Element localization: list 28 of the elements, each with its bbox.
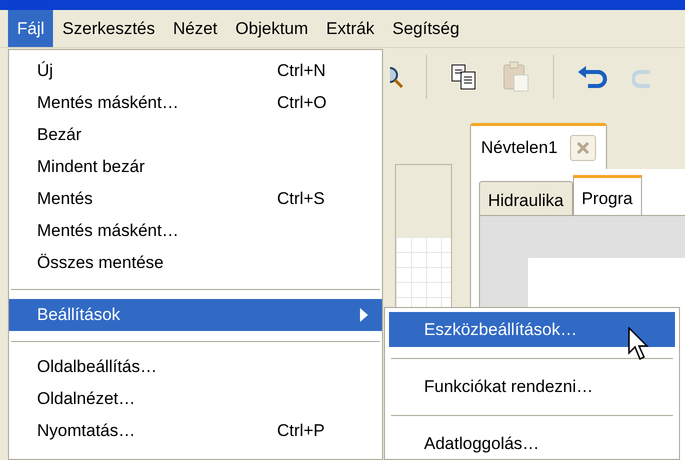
tab[interactable]: Hidraulika [479,181,573,215]
tab[interactable]: Progra [572,175,642,215]
menu-item[interactable]: Eszközbeállítások… [389,312,675,347]
menu-item[interactable]: Funkciókat rendezni… [389,369,675,404]
menu-item[interactable]: Nyomtatás… Ctrl+P [9,415,382,447]
menu-item[interactable]: Szerkesztés [53,10,164,47]
menu-item[interactable]: Segítség [383,10,468,47]
menu-item[interactable]: Mentés Ctrl+S [9,183,382,215]
menu-item[interactable]: Fájl [8,10,54,47]
menu-item[interactable]: Mindent bezár [9,151,382,183]
menu-item[interactable]: Összes mentése [9,247,382,279]
submenu-arrow-icon [360,308,368,322]
menu-item[interactable]: Extrák [317,10,384,47]
menu-item[interactable]: Oldalbeállítás… [9,351,382,383]
menu-item[interactable]: Oldalnézet… [9,383,382,415]
menu-item[interactable]: Bezár [9,119,382,151]
document-tab[interactable]: Névtelen1 [470,123,607,169]
menu-item[interactable]: Nézet [164,10,226,47]
menu-item[interactable]: Adatloggolás… [389,426,675,460]
menu-item[interactable]: Mentés másként… [9,215,382,247]
mouse-pointer-icon [628,327,650,361]
menu-item[interactable]: Mentés másként… Ctrl+O [9,87,382,119]
menu-item[interactable]: Új Ctrl+N [9,55,382,87]
menu-item[interactable]: Objektum [226,10,318,47]
tab-label: Névtelen1 [481,136,558,159]
submenu-item[interactable]: Beállítások [9,299,382,331]
undo-icon[interactable] [576,63,610,91]
magnifier-icon[interactable] [390,64,404,90]
